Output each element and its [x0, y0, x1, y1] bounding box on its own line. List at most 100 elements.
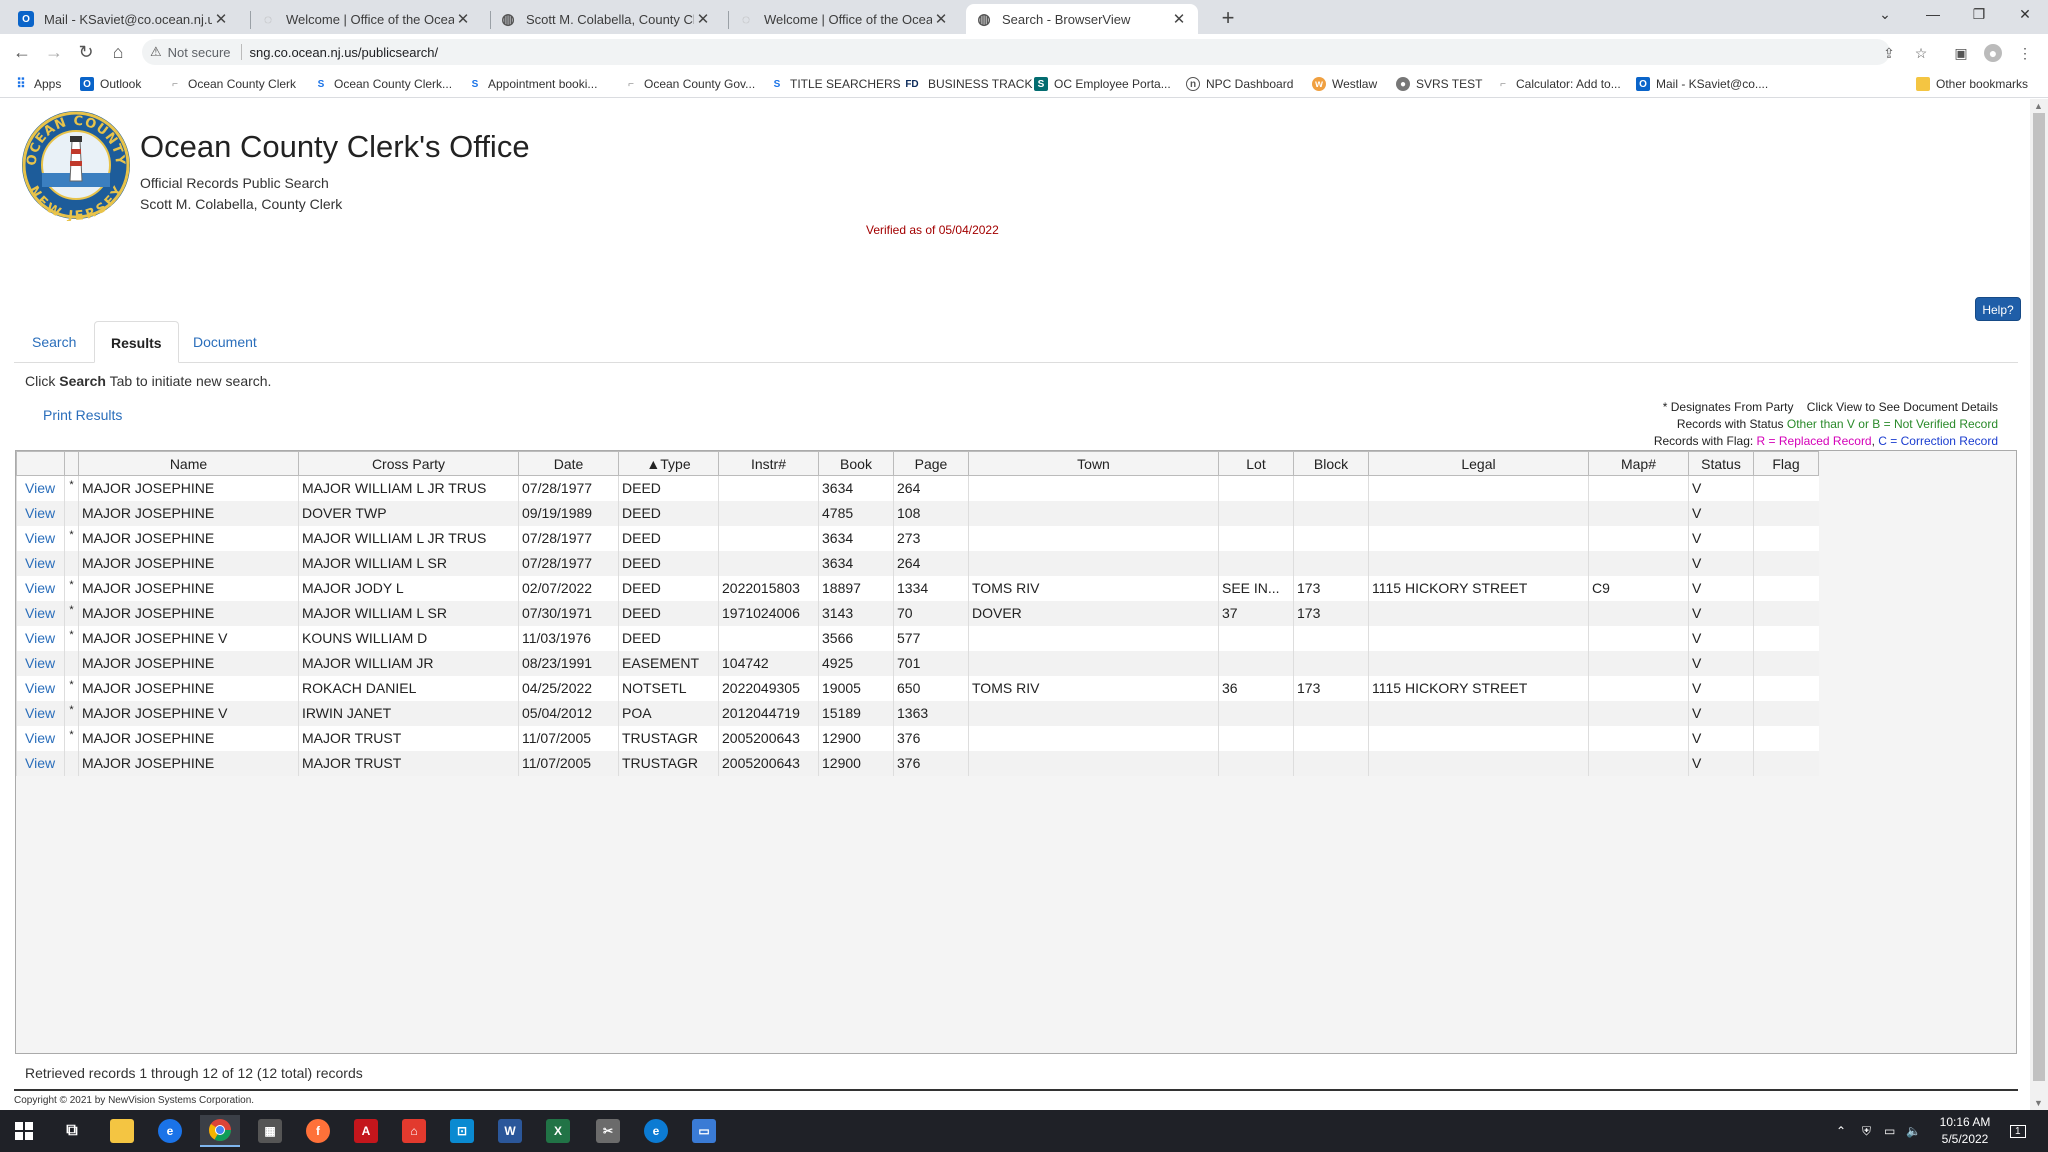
close-tab-icon[interactable]: ✕	[212, 10, 230, 28]
chrome-icon[interactable]	[200, 1115, 240, 1147]
scroll-up-icon[interactable]: ▲	[2034, 101, 2043, 111]
column-header-book[interactable]: Book	[818, 451, 894, 476]
help-button[interactable]: Help?	[1975, 297, 2021, 321]
url-text[interactable]: sng.co.ocean.nj.us/publicsearch/	[250, 45, 439, 60]
edge-icon[interactable]: e	[636, 1115, 676, 1147]
browser-tab-colabella[interactable]: ◍ Scott M. Colabella, County Clerk ✕	[490, 4, 722, 34]
close-tab-icon[interactable]: ✕	[454, 10, 472, 28]
scrollbar-thumb[interactable]	[2033, 113, 2045, 1081]
tray-chevron-icon[interactable]: ⌃	[1836, 1110, 1846, 1152]
windows-start-icon[interactable]	[4, 1115, 44, 1147]
minimize-button[interactable]: —	[1910, 0, 1956, 30]
scroll-down-icon[interactable]: ▼	[2034, 1098, 2043, 1108]
side-panel-icon[interactable]: ▣	[1952, 44, 1970, 62]
close-window-button[interactable]: ✕	[2002, 0, 2048, 30]
bookmark-svrs-test[interactable]: ● SVRS TEST	[1396, 75, 1482, 93]
view-link[interactable]: View	[16, 750, 65, 776]
column-header-page[interactable]: Page	[893, 451, 969, 476]
bookmark-ocean-county-clerk[interactable]: ⌐ Ocean County Clerk	[168, 75, 296, 93]
bookmark-apps[interactable]: ⠿ Apps	[14, 75, 61, 93]
bookmark-westlaw[interactable]: w Westlaw	[1312, 75, 1377, 93]
tab-document[interactable]: Document	[177, 321, 273, 363]
volume-icon[interactable]: 🔈	[1906, 1110, 1921, 1152]
acrobat-icon[interactable]: A	[346, 1115, 386, 1147]
tab-results[interactable]: Results	[94, 321, 179, 363]
profile-avatar-icon[interactable]: ●	[1984, 44, 2002, 62]
view-link[interactable]: View	[16, 525, 65, 551]
forward-button[interactable]: →	[42, 40, 66, 64]
remote-desktop-icon[interactable]: ⊡	[442, 1115, 482, 1147]
browser-tab-mail[interactable]: O Mail - KSaviet@co.ocean.nj.us ✕	[8, 4, 240, 34]
restore-button[interactable]: ❐	[1956, 0, 2002, 30]
column-header-flag[interactable]: Flag	[1753, 451, 1819, 476]
close-tab-icon[interactable]: ✕	[932, 10, 950, 28]
share-icon[interactable]: ⇪	[1880, 44, 1898, 62]
app-window-icon[interactable]: ▭	[684, 1115, 724, 1147]
network-icon[interactable]: ▭	[1884, 1110, 1895, 1152]
warning-icon[interactable]: ⚠	[150, 44, 162, 60]
column-header-type[interactable]: ▲Type	[618, 451, 719, 476]
bookmark-mail[interactable]: O Mail - KSaviet@co....	[1636, 75, 1768, 93]
bookmark-calculator[interactable]: ⌐ Calculator: Add to...	[1496, 75, 1621, 93]
task-view-icon[interactable]: ⧉	[52, 1115, 92, 1147]
column-header-cross-party[interactable]: Cross Party	[298, 451, 519, 476]
new-tab-button[interactable]: +	[1214, 4, 1242, 32]
excel-icon[interactable]: X	[538, 1115, 578, 1147]
view-link[interactable]: View	[16, 625, 65, 651]
column-header-town[interactable]: Town	[968, 451, 1219, 476]
bookmark-outlook[interactable]: O Outlook	[80, 75, 141, 93]
tab-search[interactable]: Search	[16, 321, 92, 363]
calculator-app-icon[interactable]: ▦	[250, 1115, 290, 1147]
view-link[interactable]: View	[16, 550, 65, 576]
bookmark-ocean-county-gov[interactable]: ⌐ Ocean County Gov...	[624, 75, 755, 93]
column-header-status[interactable]: Status	[1688, 451, 1754, 476]
bookmark-star-icon[interactable]: ☆	[1912, 44, 1930, 62]
column-header-block[interactable]: Block	[1293, 451, 1369, 476]
reload-button[interactable]: ↻	[74, 40, 98, 64]
column-header-map[interactable]: Map#	[1588, 451, 1689, 476]
bookmark-ocean-county-clerk-2[interactable]: S Ocean County Clerk...	[314, 75, 452, 93]
view-link[interactable]: View	[16, 600, 65, 626]
column-header-legal[interactable]: Legal	[1368, 451, 1589, 476]
page-scrollbar[interactable]: ▲ ▼	[2030, 99, 2048, 1110]
tab-search-dropdown-icon[interactable]: ⌄	[1862, 0, 1908, 30]
view-link[interactable]: View	[16, 575, 65, 601]
browser-tab-search-active[interactable]: ◍ Search - BrowserView ✕	[966, 4, 1198, 34]
pdf-reader-icon[interactable]: ⌂	[394, 1115, 434, 1147]
close-tab-icon[interactable]: ✕	[694, 10, 712, 28]
firefox-icon[interactable]: f	[298, 1115, 338, 1147]
column-header-instr[interactable]: Instr#	[718, 451, 819, 476]
security-tray-icon[interactable]: ⛨	[1862, 1110, 1871, 1152]
bookmark-oc-employee-portal[interactable]: S OC Employee Porta...	[1034, 75, 1171, 93]
other-bookmarks[interactable]: Other bookmarks	[1916, 75, 2028, 93]
bookmark-title-searchers[interactable]: S TITLE SEARCHERS	[770, 75, 901, 93]
menu-kebab-icon[interactable]: ⋮	[2016, 44, 2034, 62]
print-results-link[interactable]: Print Results	[43, 407, 122, 423]
bookmark-business-track[interactable]: FD BUSINESS TRACK	[902, 75, 1032, 93]
column-header-name[interactable]: Name	[78, 451, 299, 476]
view-link[interactable]: View	[16, 650, 65, 676]
snipping-tool-icon[interactable]: ✂	[588, 1115, 628, 1147]
view-link[interactable]: View	[16, 500, 65, 526]
back-button[interactable]: ←	[10, 40, 34, 64]
view-link[interactable]: View	[16, 475, 65, 501]
column-header-lot[interactable]: Lot	[1218, 451, 1294, 476]
internet-explorer-icon[interactable]: e	[150, 1115, 190, 1147]
cell-name: MAJOR JOSEPHINE	[78, 550, 299, 576]
view-link[interactable]: View	[16, 675, 65, 701]
address-bar[interactable]: ⚠ Not secure sng.co.ocean.nj.us/publicse…	[142, 39, 1890, 65]
bookmark-appointment[interactable]: S Appointment booki...	[468, 75, 598, 93]
browser-tab-welcome-1[interactable]: ◌ Welcome | Office of the Ocean C ✕	[250, 4, 482, 34]
browser-tab-welcome-2[interactable]: ◌ Welcome | Office of the Ocean C ✕	[728, 4, 960, 34]
view-link[interactable]: View	[16, 700, 65, 726]
word-icon[interactable]: W	[490, 1115, 530, 1147]
notification-center-icon[interactable]: 1	[2010, 1110, 2026, 1152]
close-tab-icon[interactable]: ✕	[1170, 10, 1188, 28]
taskbar-clock[interactable]: 10:16 AM 5/5/2022	[1930, 1114, 2000, 1148]
home-button[interactable]: ⌂	[106, 40, 130, 64]
bookmark-npc-dashboard[interactable]: n NPC Dashboard	[1186, 75, 1293, 93]
file-explorer-icon[interactable]	[102, 1115, 142, 1147]
not-secure-label[interactable]: Not secure	[168, 45, 231, 60]
view-link[interactable]: View	[16, 725, 65, 751]
column-header-date[interactable]: Date	[518, 451, 619, 476]
